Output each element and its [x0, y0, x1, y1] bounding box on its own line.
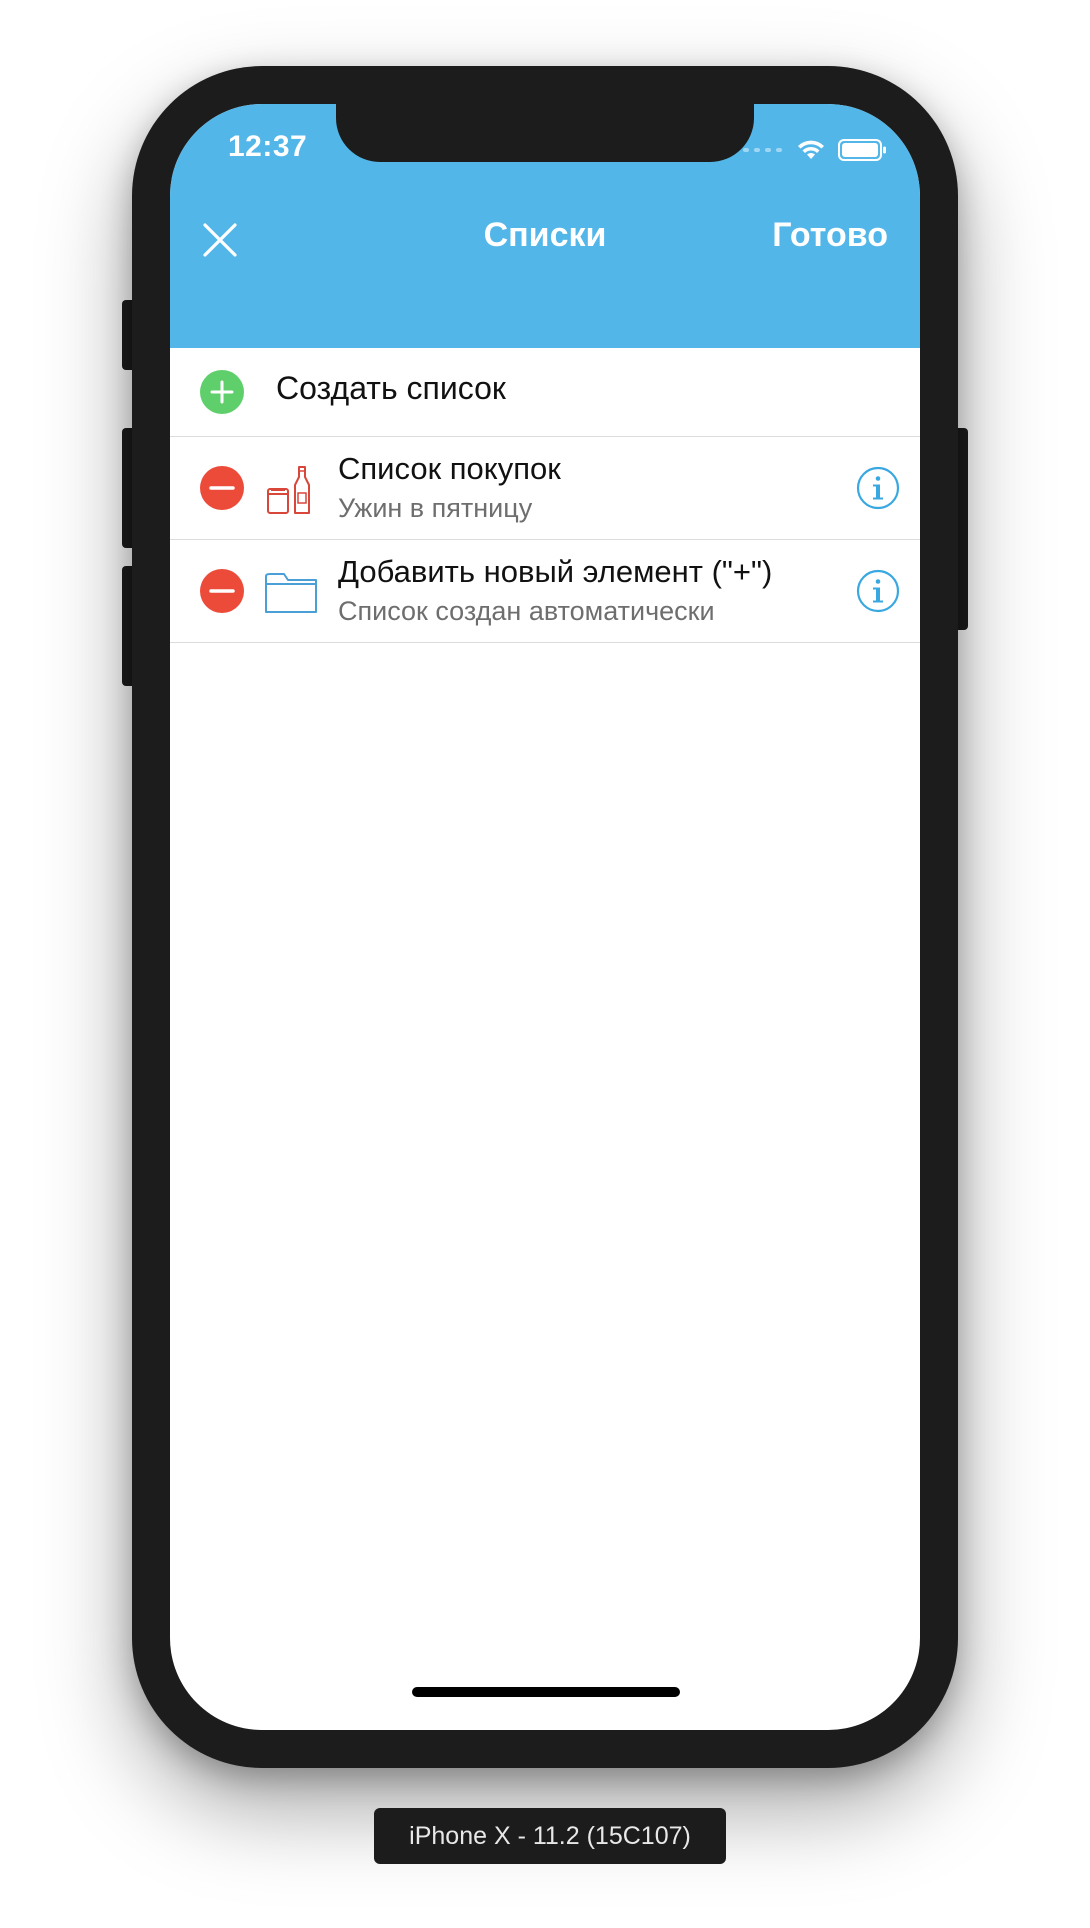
grocery-bottles-icon — [267, 466, 310, 514]
cellular-signal-icon — [743, 148, 782, 152]
info-icon[interactable] — [856, 466, 900, 510]
close-icon — [203, 223, 237, 257]
close-button[interactable] — [200, 220, 240, 260]
info-icon[interactable] — [856, 569, 900, 613]
create-list-label: Создать список — [276, 370, 506, 406]
list-subtitle: Ужин в пятницу — [338, 493, 533, 523]
status-time: 12:37 — [228, 130, 308, 163]
navigation-header: 12:37 Списки Готово — [170, 104, 920, 348]
list-item[interactable]: Добавить новый элемент ("+") Список созд… — [170, 540, 920, 643]
device-label: iPhone X - 11.2 (15C107) — [374, 1808, 726, 1864]
list-subtitle: Список создан автоматически — [338, 596, 715, 626]
status-icons — [743, 138, 888, 162]
create-list-row[interactable]: Создать список — [170, 348, 920, 437]
battery-icon — [838, 139, 886, 161]
list-title: Список покупок — [338, 451, 561, 486]
lists-table: Создать список Список покупок Ужин в пят… — [170, 348, 920, 643]
phone-frame: 12:37 Списки Готово Создать список Списо… — [132, 66, 958, 1768]
folder-icon — [265, 573, 317, 613]
list-title: Добавить новый элемент ("+") — [338, 554, 773, 589]
list-item[interactable]: Список покупок Ужин в пятницу — [170, 437, 920, 540]
simulator-stage: 12:37 Списки Готово Создать список Списо… — [0, 0, 1090, 1928]
device-notch — [336, 104, 754, 162]
home-indicator[interactable] — [412, 1687, 680, 1697]
phone-screen: 12:37 Списки Готово Создать список Списо… — [170, 104, 920, 1730]
delete-circle-icon[interactable] — [200, 466, 244, 510]
done-button[interactable]: Готово — [772, 216, 888, 255]
add-circle-icon[interactable] — [200, 370, 244, 414]
wifi-icon — [798, 140, 824, 159]
delete-circle-icon[interactable] — [200, 569, 244, 613]
